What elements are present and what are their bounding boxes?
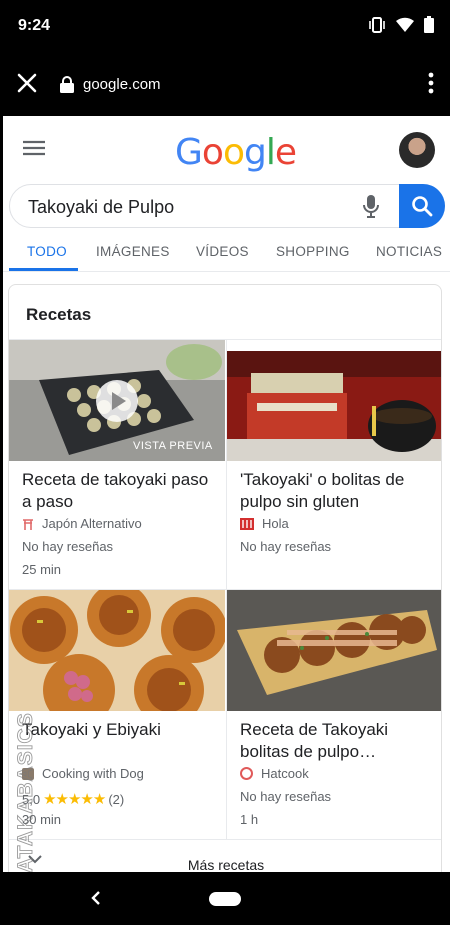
recipes-card: Recetas VISTA PREVIA Receta de takoyaki … — [8, 284, 442, 872]
svg-text:XATAKABASICS: XATAKABASICS — [14, 712, 37, 888]
recipe-reviews: No hay reseñas — [240, 789, 332, 804]
browser-toolbar: google.com — [0, 54, 450, 116]
system-nav-bar — [0, 872, 450, 925]
status-time: 9:24 — [18, 17, 51, 34]
star-rating-icon: ★★★★★ — [43, 791, 106, 808]
recipe-source: Hola — [240, 516, 289, 531]
recipe-name[interactable]: Receta de takoyaki paso a paso — [22, 469, 222, 513]
search-button[interactable] — [399, 184, 445, 228]
status-icons — [368, 16, 434, 33]
source-name: Hatcook — [261, 766, 309, 781]
search-box[interactable]: Takoyaki de Pulpo — [9, 184, 445, 228]
rating-count: (2) — [108, 791, 125, 807]
recipe-thumbnail[interactable] — [227, 590, 441, 711]
more-recipes-label: Más recetas — [187, 857, 265, 872]
recipe-source: Hatcook — [240, 766, 309, 781]
recipe-card[interactable]: Receta de Takoyaki bolitas de pulpo… Hat… — [227, 589, 441, 839]
recipe-reviews: No hay reseñas — [240, 539, 332, 554]
recipe-card[interactable]: VISTA PREVIA Receta de takoyaki paso a p… — [9, 339, 226, 589]
url-text[interactable]: google.com — [83, 76, 161, 93]
source-logo-icon — [240, 517, 254, 530]
recipe-time: 25 min — [22, 562, 62, 577]
status-bar: 9:24 — [0, 0, 450, 54]
tab-noticias[interactable]: NOTICIAS — [376, 244, 442, 259]
recipe-name[interactable]: Receta de Takoyaki bolitas de pulpo… — [240, 719, 440, 763]
recipe-name[interactable]: 'Takoyaki' o bolitas de pulpo sin gluten — [240, 469, 440, 513]
logo-letter: o — [201, 132, 224, 173]
microphone-icon[interactable] — [362, 194, 380, 220]
source-name: Hola — [262, 516, 289, 531]
logo-letter: G — [175, 132, 203, 173]
hamburger-menu-icon[interactable] — [23, 140, 45, 156]
battery-icon — [424, 16, 434, 33]
card-title: Recetas — [26, 305, 92, 324]
logo-letter: g — [243, 132, 267, 173]
tab-imagenes[interactable]: IMÁGENES — [96, 244, 170, 259]
preview-badge: VISTA PREVIA — [133, 440, 213, 452]
google-logo[interactable]: Google — [175, 132, 297, 173]
search-input[interactable]: Takoyaki de Pulpo — [28, 197, 174, 218]
tab-todo[interactable]: TODO — [27, 244, 67, 259]
source-logo-icon — [23, 518, 33, 530]
search-tabs: TODO IMÁGENES VÍDEOS SHOPPING NOTICIAS — [3, 240, 450, 272]
wifi-icon — [396, 17, 414, 32]
source-name: Japón Alternativo — [42, 516, 142, 531]
tab-videos[interactable]: VÍDEOS — [196, 244, 249, 259]
search-icon — [412, 196, 433, 217]
lock-icon — [60, 76, 74, 93]
tab-shopping[interactable]: SHOPPING — [276, 244, 350, 259]
logo-letter: l — [265, 132, 276, 173]
watermark-logo: XATAKABASICS — [14, 712, 38, 889]
recipe-source: Japón Alternativo — [22, 516, 142, 531]
logo-letter: e — [274, 132, 297, 173]
close-icon[interactable] — [14, 70, 40, 96]
back-icon[interactable] — [90, 890, 102, 906]
recipe-video-thumbnail[interactable]: VISTA PREVIA — [9, 340, 225, 461]
more-vert-icon[interactable] — [428, 72, 434, 94]
home-button[interactable] — [209, 892, 241, 906]
source-name: Cooking with Dog — [42, 766, 144, 781]
recipe-thumbnail[interactable] — [227, 351, 441, 461]
more-recipes-button[interactable]: Más recetas — [9, 839, 441, 872]
recipe-name[interactable]: Takoyaki y Ebiyaki — [22, 719, 222, 741]
web-page: Google Takoyaki de Pulpo TODO IMÁGENES V… — [3, 116, 450, 872]
source-logo-icon — [240, 767, 253, 780]
active-tab-indicator — [9, 268, 78, 271]
column-divider — [226, 339, 227, 839]
recipe-time: 1 h — [240, 812, 259, 827]
recipe-reviews: No hay reseñas — [22, 539, 114, 554]
recipe-card[interactable]: 'Takoyaki' o bolitas de pulpo sin gluten… — [227, 339, 441, 589]
play-icon[interactable] — [95, 379, 139, 423]
logo-letter: o — [222, 132, 245, 173]
vibrate-icon — [369, 16, 385, 33]
avatar[interactable] — [399, 132, 435, 168]
